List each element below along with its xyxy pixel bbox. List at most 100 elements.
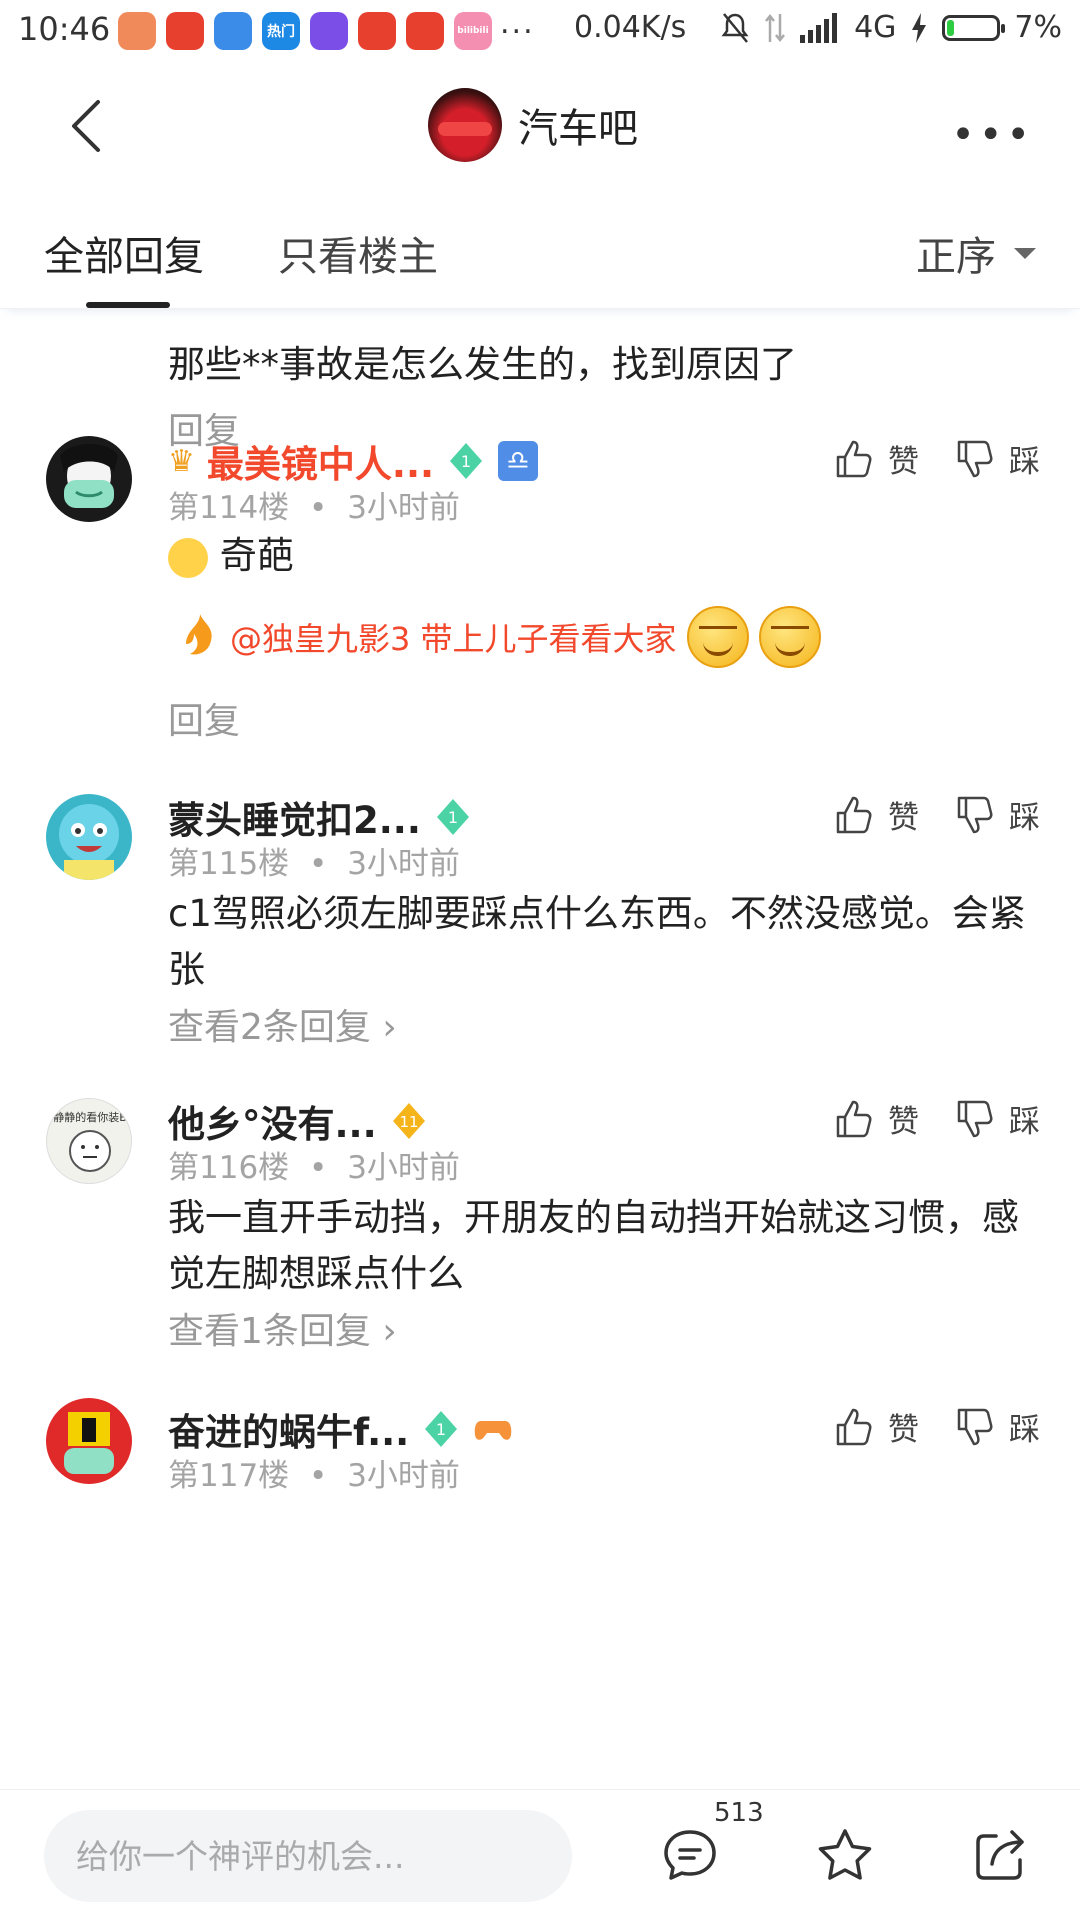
status-bar: 10:46 热门 bilibili ... 0.04K/s 4G 7% xyxy=(0,0,1080,62)
dislike-label: 踩 xyxy=(1009,1104,1040,1140)
reply-button[interactable]: 回复 xyxy=(168,692,240,744)
thumbs-up-icon xyxy=(836,796,872,833)
app-header: 汽车吧 ••• xyxy=(0,62,1080,192)
sort-label: 正序 xyxy=(916,234,996,280)
floor-number: 第117楼 xyxy=(168,1458,290,1494)
avatar[interactable]: 静静的看你装B xyxy=(46,1098,132,1184)
data-transfer-icon xyxy=(765,13,786,42)
forum-name: 汽车吧 xyxy=(518,106,638,152)
level-badge: 1 xyxy=(421,1409,461,1449)
smirk-emoji-icon xyxy=(686,606,749,668)
level-badge: 1 xyxy=(433,797,473,837)
dislike-button[interactable]: 踩 xyxy=(955,436,1040,481)
chevron-right-icon: › xyxy=(382,1007,397,1048)
network-speed: 0.04K/s xyxy=(574,10,687,45)
flame-icon xyxy=(186,614,212,655)
battery-fill xyxy=(947,19,955,36)
tab-owner-only[interactable]: 只看楼主 xyxy=(278,224,438,282)
username-row: 他乡°没有... 11 xyxy=(168,1094,429,1148)
chevron-right-icon: › xyxy=(382,1311,397,1352)
avatar[interactable] xyxy=(46,436,132,522)
post-text: 我一直开手动挡，开朋友的自动挡开始就这习惯，感觉左脚想踩点什么 xyxy=(168,1196,1019,1295)
post-meta: 第115楼 • 3小时前 xyxy=(168,838,460,883)
view-replies-link[interactable]: 查看2条回复 › xyxy=(168,998,397,1050)
reply-list[interactable]: 那些**事故是怎么发生的，找到原因了 回复 ♛ 最美镜中人... 1 ♎ 第11… xyxy=(0,310,1080,1790)
username[interactable]: 他乡°没有... xyxy=(168,1094,377,1148)
floor-number: 第114楼 xyxy=(168,490,290,526)
app-notification-icon xyxy=(118,12,156,50)
level-badge: 1 xyxy=(446,441,486,481)
meta-separator: • xyxy=(309,1458,328,1494)
vote-actions: 赞 踩 xyxy=(834,1404,1040,1449)
like-button[interactable]: 赞 xyxy=(834,436,919,481)
smirk-emoji-icon xyxy=(758,606,821,668)
username[interactable]: 蒙头睡觉扣2... xyxy=(168,790,421,844)
tab-all-replies[interactable]: 全部回复 xyxy=(44,224,204,282)
dislike-label: 踩 xyxy=(1009,1412,1040,1448)
crown-icon: ♛ xyxy=(168,443,195,479)
libra-badge-icon: ♎ xyxy=(498,441,539,481)
vote-actions: 赞 踩 xyxy=(834,1096,1040,1141)
svg-text:11: 11 xyxy=(399,1113,418,1131)
thumbs-up-icon xyxy=(836,440,872,477)
vote-actions: 赞 踩 xyxy=(834,792,1040,837)
vote-actions: 赞 踩 xyxy=(834,436,1040,481)
meta-separator: • xyxy=(309,846,328,882)
username-row: 蒙头睡觉扣2... 1 xyxy=(168,790,473,844)
more-options-icon[interactable]: ••• xyxy=(951,112,1034,158)
game-controller-icon xyxy=(473,1409,513,1449)
post-time: 3小时前 xyxy=(347,846,460,882)
like-button[interactable]: 赞 xyxy=(834,1404,919,1449)
app-notification-icon xyxy=(214,12,252,50)
post-meta: 第116楼 • 3小时前 xyxy=(168,1142,460,1187)
hot-app-icon: 热门 xyxy=(262,12,300,50)
caret-down-icon xyxy=(1014,247,1036,259)
view-replies-label: 查看2条回复 xyxy=(168,1007,371,1048)
forum-title[interactable]: 汽车吧 xyxy=(428,88,638,162)
post-time: 3小时前 xyxy=(347,490,460,526)
post-meta: 第114楼 • 3小时前 xyxy=(168,482,460,527)
comment-input[interactable] xyxy=(44,1810,572,1902)
favorite-star-icon[interactable] xyxy=(815,1826,875,1886)
avatar[interactable] xyxy=(46,794,132,880)
view-replies-label: 查看1条回复 xyxy=(168,1311,371,1352)
svg-text:1: 1 xyxy=(461,452,471,471)
reply-item: 奋进的蜗牛f... 1 第117楼 • 3小时前 赞 踩 xyxy=(0,1398,1080,1518)
username[interactable]: 奋进的蜗牛f... xyxy=(168,1402,409,1456)
charging-icon xyxy=(912,12,927,43)
more-notifications-icon: ... xyxy=(500,6,535,41)
like-label: 赞 xyxy=(888,1412,919,1448)
signal-icon xyxy=(800,12,838,43)
forum-avatar xyxy=(428,88,502,162)
share-icon[interactable] xyxy=(970,1826,1030,1886)
back-icon[interactable] xyxy=(60,96,120,156)
thumbs-down-icon xyxy=(957,796,993,833)
post-text: 奇葩 xyxy=(168,528,1038,584)
view-replies-link[interactable]: 查看1条回复 › xyxy=(168,1302,397,1354)
thumbs-up-icon xyxy=(836,1100,872,1137)
avatar[interactable] xyxy=(46,1398,132,1484)
post-time: 3小时前 xyxy=(347,1458,460,1494)
comment-count: 513 xyxy=(714,1798,764,1828)
mention-link[interactable]: @独皇九影3 带上儿子看看大家 xyxy=(230,614,677,660)
like-label: 赞 xyxy=(888,800,919,836)
like-button[interactable]: 赞 xyxy=(834,1096,919,1141)
dislike-button[interactable]: 踩 xyxy=(955,1404,1040,1449)
comment-icon[interactable] xyxy=(660,1826,720,1886)
reply-item: 蒙头睡觉扣2... 1 第115楼 • 3小时前 赞 踩 c1驾照必须左脚要踩点… xyxy=(0,786,1080,1086)
thumbs-down-icon xyxy=(957,1408,993,1445)
mention-row: @独皇九影3 带上儿子看看大家 xyxy=(180,606,821,668)
thumbs-up-icon xyxy=(836,1408,872,1445)
level-badge: 11 xyxy=(389,1101,429,1141)
floor-number: 第115楼 xyxy=(168,846,290,882)
svg-text:1: 1 xyxy=(436,1420,446,1439)
username[interactable]: 最美镜中人... xyxy=(207,434,434,488)
bilibili-icon: bilibili xyxy=(454,12,492,50)
dislike-button[interactable]: 踩 xyxy=(955,1096,1040,1141)
like-button[interactable]: 赞 xyxy=(834,792,919,837)
battery-percent: 7% xyxy=(1014,10,1062,45)
sort-dropdown[interactable]: 正序 xyxy=(916,224,1036,282)
post-text: 那些**事故是怎么发生的，找到原因了 xyxy=(168,343,797,386)
dislike-button[interactable]: 踩 xyxy=(955,792,1040,837)
post-text: c1驾照必须左脚要踩点什么东西。不然没感觉。会紧张 xyxy=(168,892,1026,991)
